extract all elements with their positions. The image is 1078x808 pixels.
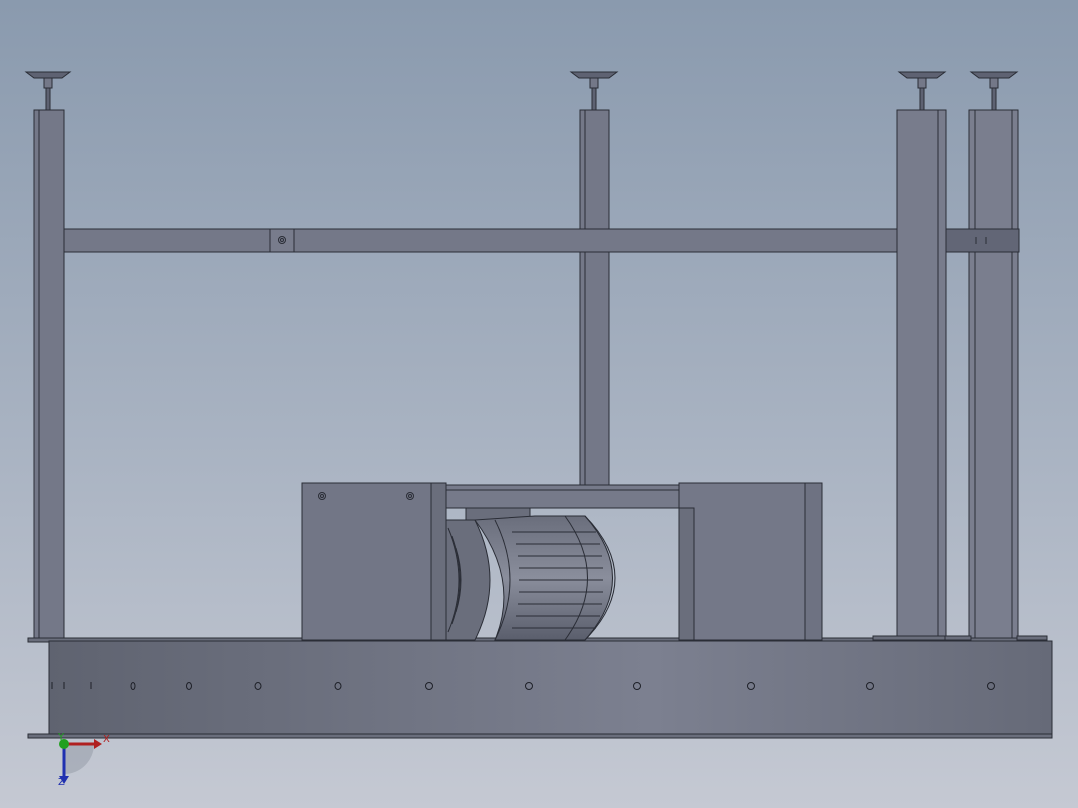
vertical-post-4[interactable] — [968, 109, 1019, 641]
frame-assembly-model[interactable] — [0, 0, 1078, 808]
triad-y-label: Y — [58, 732, 65, 743]
triad-x-label: X — [103, 734, 110, 745]
gearbox-housing[interactable] — [301, 482, 447, 641]
base-plate[interactable] — [27, 637, 1053, 739]
post-foot-plates — [872, 635, 1048, 641]
triad-z-label: Z — [58, 777, 65, 788]
horizontal-cross-beam[interactable] — [63, 228, 1020, 253]
vertical-post-1[interactable] — [33, 109, 65, 641]
electric-motor[interactable] — [445, 515, 616, 641]
leveling-foot-4[interactable] — [969, 71, 1019, 111]
leveling-foot-2[interactable] — [569, 71, 619, 111]
cad-3d-viewport[interactable]: X Y Z — [0, 0, 1078, 808]
leveling-foot-1[interactable] — [24, 71, 72, 111]
right-mount-box[interactable] — [678, 482, 823, 641]
leveling-foot-3[interactable] — [897, 71, 947, 111]
vertical-post-2[interactable] — [579, 109, 610, 486]
vertical-post-3[interactable] — [896, 109, 947, 641]
